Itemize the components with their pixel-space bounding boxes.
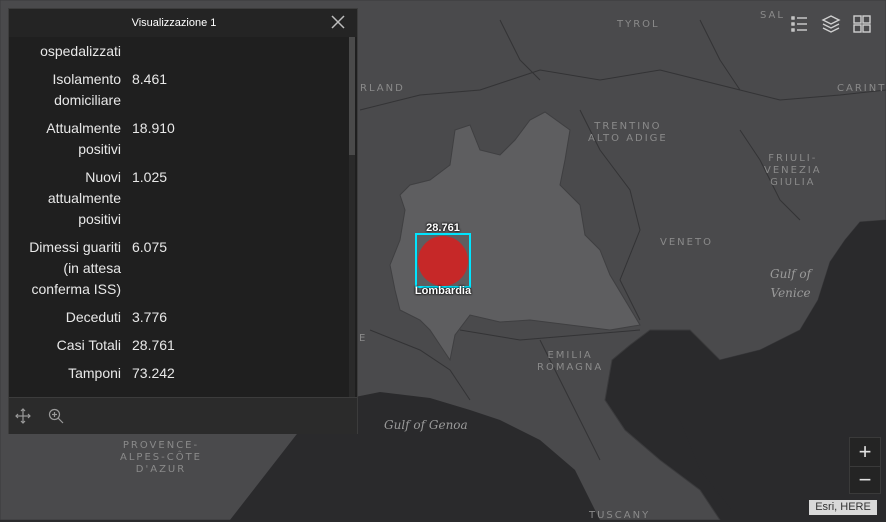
field-label-line: Isolamento <box>52 71 121 87</box>
map-label-line: Venice <box>770 286 811 300</box>
zoom-out-button[interactable]: − <box>850 466 880 494</box>
map-attribution[interactable]: Esri, HERE <box>809 500 877 515</box>
field-value: 1.025 <box>132 169 168 185</box>
map-label-line: ROMAGNA <box>537 362 604 373</box>
map-label-line: D'AZUR <box>135 464 187 475</box>
close-icon[interactable] <box>329 13 347 31</box>
field-label-line: ospedalizzati <box>40 43 121 59</box>
map-label-friuli: FRIULI- VENEZIA GIULIA <box>764 153 822 189</box>
field-label-line: conferma ISS) <box>31 281 121 297</box>
field-label-line: Dimessi guariti <box>29 239 121 255</box>
map-label-provence: PROVENCE- ALPES-CÔTE D'AZUR <box>120 440 202 476</box>
field-value: 73.242 <box>132 365 175 381</box>
field-label: ospedalizzati <box>40 41 121 62</box>
map-label-line: Gulf of <box>770 267 812 281</box>
map-label-line: GIULIA <box>770 177 816 188</box>
field-label-line: positivi <box>78 141 121 157</box>
field-label-line: (in attesa <box>63 260 121 276</box>
field-value: 18.910 <box>132 120 175 136</box>
map-label-emilia: EMILIA ROMAGNA <box>537 350 603 374</box>
map-label-line: FRIULI- <box>768 153 818 164</box>
lombardia-symbol[interactable] <box>418 236 468 286</box>
popup-footer <box>9 397 357 434</box>
map-label-tuscany: TUSCANY <box>589 510 651 521</box>
field-label: Casi Totali <box>57 335 121 356</box>
map-label-line: ALTO ADIGE <box>588 133 668 144</box>
map-label-salz: SAL <box>760 10 785 21</box>
popup-scrollbar-thumb[interactable] <box>349 37 355 155</box>
map-label-carint: CARINT <box>837 83 886 94</box>
zoom-in-button[interactable]: + <box>850 438 880 465</box>
field-label: Nuovi attualmente positivi <box>48 167 121 230</box>
field-label-line: Tamponi <box>68 365 121 381</box>
map-label-tyrol: TYROL <box>617 19 660 30</box>
map-label-line: VENEZIA <box>764 165 822 176</box>
field-label-line: attualmente <box>47 190 121 206</box>
map-label-gulf-venice: Gulf of Venice <box>770 265 811 303</box>
field-value: 28.761 <box>132 337 175 353</box>
zoom-to-icon[interactable] <box>48 408 64 424</box>
field-label: Tamponi <box>68 363 121 384</box>
feature-popup[interactable]: Visualizzazione 1 ospedalizzati Isolamen… <box>8 8 358 434</box>
map-label-line: ALPES-CÔTE <box>120 452 202 463</box>
map-label-trentino: TRENTINO ALTO ADIGE <box>588 121 668 145</box>
field-label-line: positivi <box>78 211 121 227</box>
basemap-gallery-icon[interactable] <box>852 14 872 34</box>
map-label-veneto: VENETO <box>660 237 713 248</box>
symbol-value-label: 28.761 <box>426 222 460 234</box>
popup-scrollbar[interactable] <box>349 37 355 397</box>
popup-body[interactable]: ospedalizzati Isolamento domiciliare 8.46… <box>9 37 357 397</box>
field-label: Dimessi guariti (in attesa conferma ISS) <box>29 237 121 300</box>
popup-header: Visualizzazione 1 <box>9 9 357 37</box>
pan-to-icon[interactable] <box>15 408 31 424</box>
field-value: 3.776 <box>132 309 168 325</box>
field-value: 6.075 <box>132 239 168 255</box>
map-label-line: EMILIA <box>547 350 593 361</box>
map-label-line: TRENTINO <box>594 121 662 132</box>
field-label-line: Deceduti <box>65 309 121 325</box>
field-label-line: Casi Totali <box>56 337 121 353</box>
field-label: Isolamento domiciliare <box>53 69 121 111</box>
map-label-line: PROVENCE- <box>122 440 200 451</box>
map-label-gulf-genoa: Gulf of Genoa <box>384 418 468 432</box>
field-label-line: Nuovi <box>85 169 121 185</box>
map-label-edge-e: E <box>359 333 368 344</box>
field-label-line: domiciliare <box>54 92 121 108</box>
popup-title: Visualizzazione 1 <box>131 17 217 29</box>
field-label: Deceduti <box>66 307 121 328</box>
zoom-control: + − <box>849 437 881 494</box>
field-label-line: Attualmente <box>46 120 121 136</box>
field-value: 8.461 <box>132 71 168 87</box>
field-label: Attualmente positivi <box>46 118 121 160</box>
legend-icon[interactable] <box>790 14 810 34</box>
map-label-rland: RLAND <box>360 83 405 94</box>
layers-icon[interactable] <box>821 14 841 34</box>
symbol-region-label: Lombardia <box>414 285 472 297</box>
